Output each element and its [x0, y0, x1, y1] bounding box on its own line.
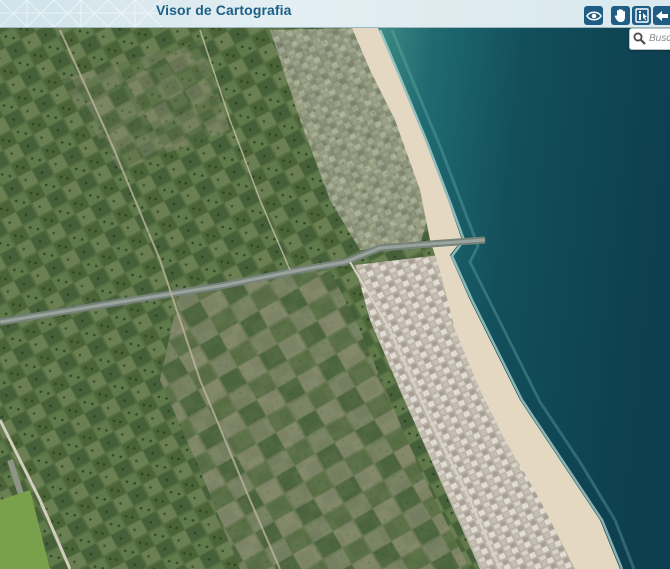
pan-button[interactable]	[611, 6, 630, 25]
hand-icon	[614, 9, 625, 22]
arrow-left-icon	[655, 10, 668, 21]
search-box[interactable]	[629, 28, 670, 50]
identify-button[interactable]	[632, 6, 651, 25]
search-icon	[633, 32, 646, 45]
eye-icon	[585, 10, 602, 21]
map-canvas[interactable]	[0, 0, 670, 569]
back-button[interactable]	[653, 6, 670, 25]
info-pointer-icon	[634, 8, 649, 23]
app-title: Visor de Cartografia	[156, 2, 292, 18]
app-header: Visor de Cartografia	[0, 0, 670, 28]
visibility-button[interactable]	[584, 6, 603, 25]
search-input[interactable]	[649, 31, 670, 46]
map-viewer-app: Visor de Cartografia	[0, 0, 670, 569]
